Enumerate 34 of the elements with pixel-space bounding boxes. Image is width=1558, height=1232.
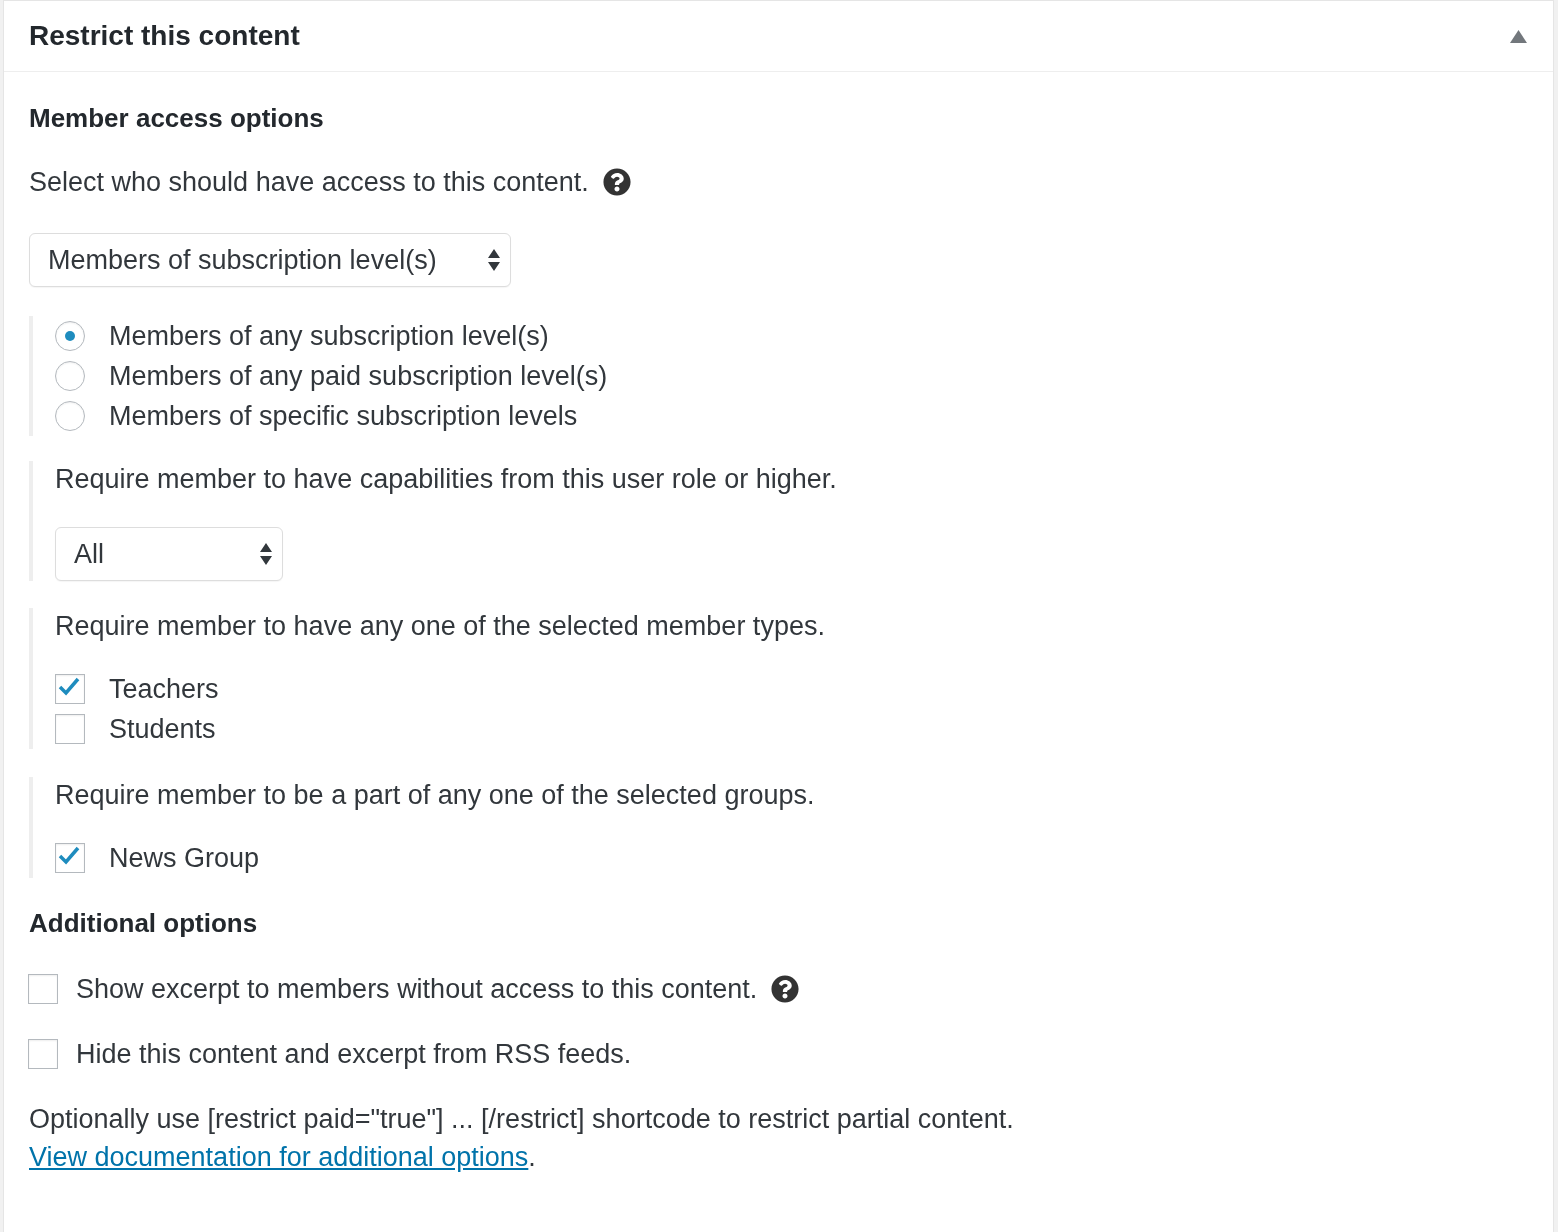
- option-label: News Group: [109, 841, 260, 875]
- description-text: Require member to be a part of any one of the selected groups.: [55, 779, 815, 812]
- checkbox[interactable]: [28, 1039, 58, 1069]
- checkbox[interactable]: [55, 674, 85, 704]
- description-text: Select who should have access to this content.: [29, 166, 589, 199]
- up-down-arrows-icon: [488, 249, 500, 271]
- section-heading: Additional options: [29, 907, 258, 940]
- option-label: Hide this content and excerpt from RSS feeds.: [76, 1037, 632, 1071]
- access-select[interactable]: Members of subscription level(s): [29, 233, 511, 287]
- checkbox[interactable]: [55, 714, 85, 744]
- checkmark-icon: [58, 846, 80, 866]
- shortcode-note: Optionally use [restrict paid="true"] ... [/restrict] shortcode to restrict partial content. View documentation for additional options.: [29, 1103, 1015, 1174]
- checkbox[interactable]: [55, 843, 85, 873]
- up-down-arrows-icon: [260, 543, 272, 565]
- radio-button[interactable]: [55, 361, 85, 391]
- documentation-link[interactable]: View documentation for additional options: [29, 1142, 529, 1172]
- section-heading: Member access options: [29, 102, 324, 135]
- checkbox[interactable]: [28, 974, 58, 1004]
- option-label: Teachers: [109, 672, 219, 706]
- role-select[interactable]: All: [55, 527, 283, 581]
- help-icon[interactable]: [771, 975, 800, 1003]
- checkmark-icon: [58, 677, 80, 697]
- option-label: Students: [109, 712, 216, 746]
- caret-up-icon[interactable]: [1510, 29, 1527, 43]
- option-label: Members of any subscription level(s): [109, 319, 549, 353]
- option-label: Members of specific subscription levels: [109, 399, 578, 433]
- option-label: Show excerpt to members without access to this content.: [76, 972, 758, 1006]
- radio-button[interactable]: [55, 401, 85, 431]
- description-text: Require member to have any one of the selected member types.: [55, 610, 825, 643]
- help-icon[interactable]: [602, 168, 631, 196]
- panel-title: Restrict this content: [29, 19, 300, 53]
- radio-button[interactable]: [55, 321, 85, 351]
- description-text: Require member to have capabilities from this user role or higher.: [55, 463, 837, 496]
- option-label: Members of any paid subscription level(s): [109, 359, 608, 393]
